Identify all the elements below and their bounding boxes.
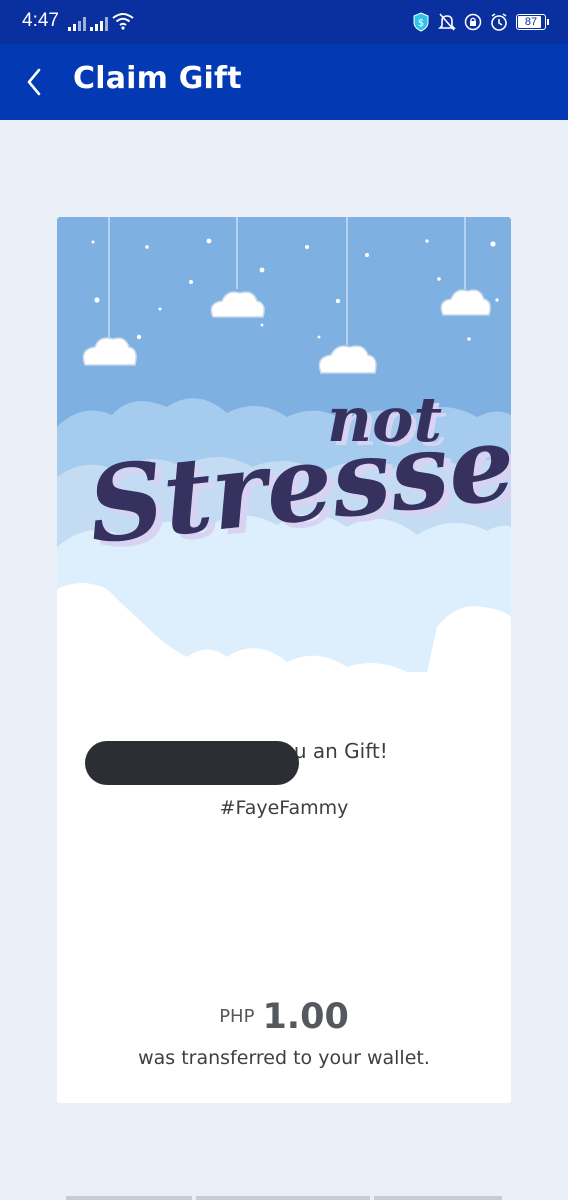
gift-artwork-image: not not Stressed Stressed [57, 217, 511, 672]
app-bar: Claim Gift [0, 44, 568, 120]
redacted-sender-name [85, 741, 299, 785]
status-time: 4:47 [22, 10, 59, 31]
status-bar: 4:47 $ 87 [0, 0, 568, 44]
chevron-left-icon [27, 68, 41, 96]
svg-text:$: $ [418, 18, 424, 29]
amount-row: PHP 1.00 [57, 997, 511, 1037]
nav-bar-segment [196, 1196, 370, 1200]
gift-card: not not Stressed Stressed sent you an Gi… [57, 217, 511, 1103]
gift-hashtag: #FayeFammy [219, 797, 349, 819]
battery-level: 87 [524, 16, 538, 28]
amount-value: 1.00 [262, 997, 349, 1037]
signal-icon [68, 17, 86, 31]
currency-label: PHP [219, 1006, 255, 1027]
wifi-icon [112, 13, 134, 30]
vpn-shield-icon: $ [413, 12, 429, 32]
page-title: Claim Gift [73, 61, 242, 96]
signal-icon [90, 17, 108, 31]
lock-icon [464, 13, 482, 31]
notifications-off-icon [438, 13, 456, 31]
transfer-note: was transferred to your wallet. [138, 1047, 430, 1069]
battery-icon: 87 [516, 14, 549, 30]
back-button[interactable] [18, 62, 58, 102]
alarm-icon [491, 13, 507, 31]
nav-bar-segment [66, 1196, 192, 1200]
nav-bar-segment [374, 1196, 502, 1200]
